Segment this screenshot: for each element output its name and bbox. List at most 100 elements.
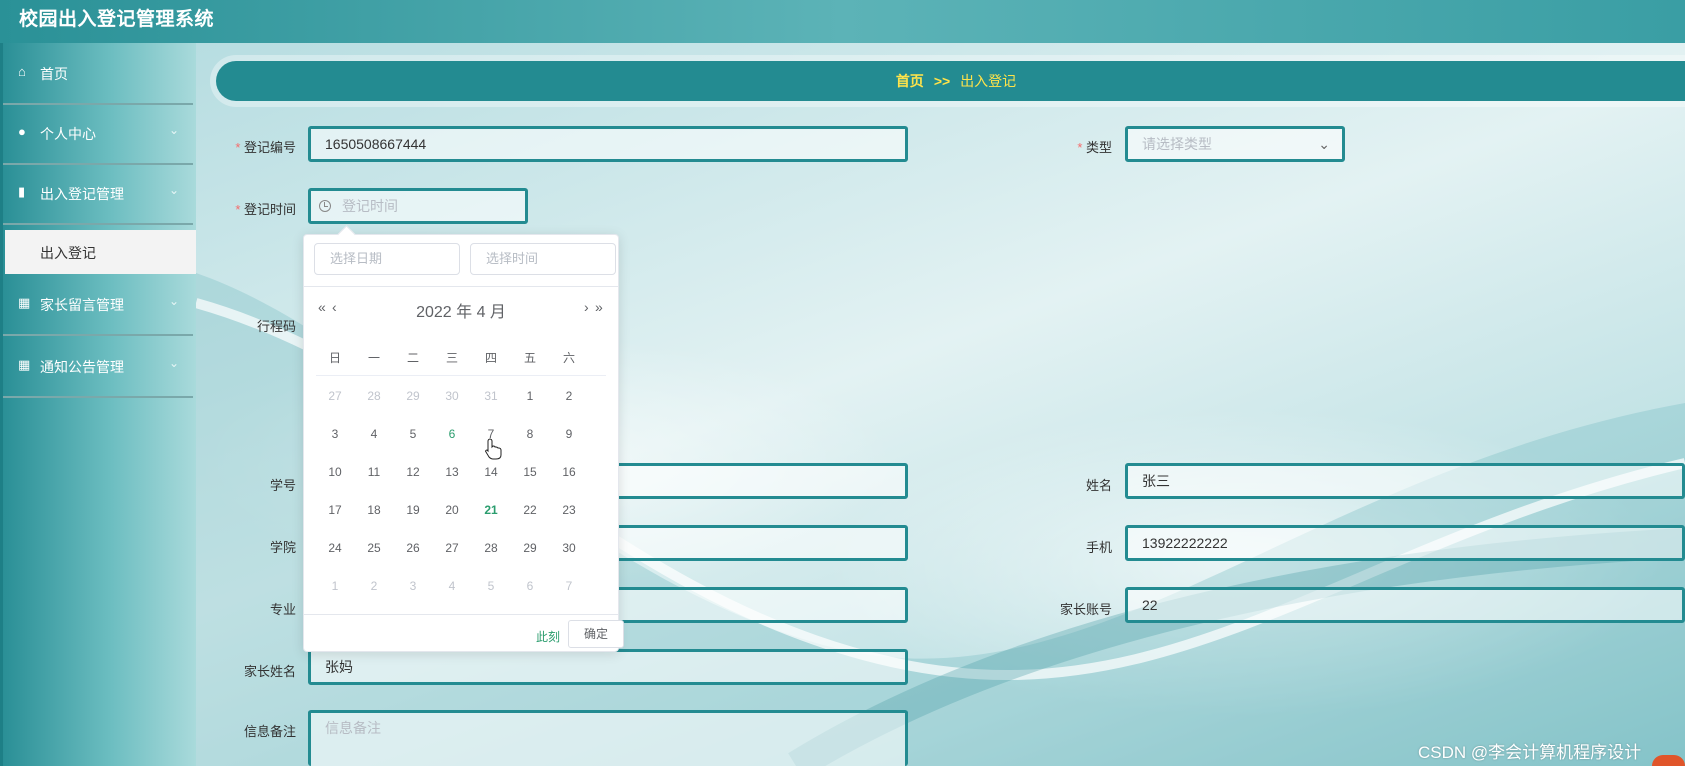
corner-decoration	[1652, 755, 1685, 766]
parent-name-field[interactable]: 张妈	[308, 649, 908, 685]
weekday-header: 日	[328, 351, 341, 365]
grid-icon: ▦	[18, 357, 31, 372]
reg-time-picker[interactable]: 登记时间	[308, 188, 528, 224]
remark-textarea[interactable]: 信息备注	[308, 710, 908, 766]
calendar-day-cell[interactable]: 27	[431, 541, 473, 555]
calendar-day-cell[interactable]: 6	[431, 427, 473, 441]
calendar-day-cell[interactable]: 21	[470, 503, 512, 517]
calendar-day-cell[interactable]: 23	[548, 503, 590, 517]
sidebar-item-home[interactable]: ⌂ 首页	[3, 43, 193, 105]
home-icon: ⌂	[18, 64, 26, 79]
grid-icon: ▦	[18, 295, 31, 310]
name-label: 姓名	[1085, 478, 1112, 493]
type-select-placeholder: 请选择类型	[1142, 136, 1212, 152]
picker-divider	[304, 286, 618, 287]
calendar-day-cell[interactable]: 2	[548, 389, 590, 403]
sidebar-item-label: 通知公告管理	[40, 359, 124, 375]
sidebar-item-label: 个人中心	[40, 126, 96, 142]
calendar-day-cell[interactable]: 17	[314, 503, 356, 517]
watermark-text: CSDN @李会计算机程序设计	[1418, 743, 1642, 762]
calendar-day-cell[interactable]: 9	[548, 427, 590, 441]
picker-date-input[interactable]: 选择日期	[314, 243, 460, 275]
sidebar-item-label: 首页	[40, 66, 68, 82]
sidebar-item-parent-messages[interactable]: ▦ 家长留言管理 ⌄	[3, 274, 193, 336]
calendar-day-cell[interactable]: 29	[392, 389, 434, 403]
reg-time-label: 登记时间	[206, 199, 296, 218]
sidebar-item-personal-center[interactable]: ● 个人中心 ⌄	[3, 103, 193, 165]
calendar-day-cell[interactable]: 28	[470, 541, 512, 555]
picker-footer-divider	[304, 614, 618, 615]
chevron-down-icon: ⌄	[169, 123, 180, 137]
calendar-day-cell[interactable]: 22	[509, 503, 551, 517]
calendar-day-cell[interactable]: 15	[509, 465, 551, 479]
date-picker-popup: 选择日期 选择时间 « ‹ 2022 年 4 月 › » 日一二三四五六 27 2…	[303, 234, 624, 652]
calendar-day-cell[interactable]: 30	[548, 541, 590, 555]
sidebar-item-entry-management[interactable]: ▮ 出入登记管理 ⌄	[3, 163, 193, 225]
calendar-day-cell[interactable]: 16	[548, 465, 590, 479]
calendar-day-cell[interactable]: 6	[509, 579, 551, 593]
weekday-header: 三	[445, 351, 458, 365]
sidebar-subitem-entry-registration[interactable]: 出入登记	[5, 230, 197, 274]
top-header-bar: 校园出入登记管理系统	[0, 0, 1685, 43]
calendar-day-cell[interactable]: 8	[509, 427, 551, 441]
reg-no-field[interactable]: 1650508667444	[308, 126, 908, 162]
remark-label: 信息备注	[243, 724, 296, 739]
calendar-day-cell[interactable]: 3	[392, 579, 434, 593]
calendar-day-cell[interactable]: 27	[314, 389, 356, 403]
breadcrumb-separator: >>	[933, 73, 951, 89]
trip-code-label: 行程码	[256, 319, 296, 334]
next-month-icon[interactable]: ›	[584, 299, 589, 315]
sidebar-item-label: 出入登记管理	[40, 186, 124, 202]
calendar-day-cell[interactable]: 28	[353, 389, 395, 403]
phone-label: 手机	[1085, 540, 1112, 555]
picker-time-input[interactable]: 选择时间	[470, 243, 616, 275]
calendar-day-cell[interactable]: 5	[392, 427, 434, 441]
calendar-day-cell[interactable]: 20	[431, 503, 473, 517]
user-icon: ●	[18, 124, 26, 139]
calendar-day-cell[interactable]: 31	[470, 389, 512, 403]
weekday-header: 六	[562, 351, 575, 365]
calendar-day-cell[interactable]: 30	[431, 389, 473, 403]
college-label: 学院	[269, 540, 296, 555]
parent-name-label: 家长姓名	[243, 664, 296, 679]
app-title: 校园出入登记管理系统	[19, 9, 215, 30]
sidebar-item-label: 家长留言管理	[40, 297, 124, 313]
calendar-day-cell[interactable]: 4	[353, 427, 395, 441]
weekday-header: 五	[523, 351, 536, 365]
calendar-day-cell[interactable]: 4	[431, 579, 473, 593]
calendar-day-cell[interactable]: 29	[509, 541, 551, 555]
weekday-header: 一	[367, 351, 380, 365]
picker-confirm-button[interactable]: 确定	[568, 620, 624, 648]
type-select[interactable]: 请选择类型 ⌄	[1125, 126, 1345, 162]
picker-now-button[interactable]: 此刻	[536, 628, 560, 645]
calendar-day-cell[interactable]: 7	[548, 579, 590, 593]
picker-month-header[interactable]: 2022 年 4 月	[304, 298, 618, 322]
calendar-day-cell[interactable]: 18	[353, 503, 395, 517]
sidebar-item-notices[interactable]: ▦ 通知公告管理 ⌄	[3, 336, 193, 398]
next-year-icon[interactable]: »	[595, 299, 603, 315]
calendar-day-cell[interactable]: 1	[314, 579, 356, 593]
calendar-day-cell[interactable]: 10	[314, 465, 356, 479]
calendar-day-cell[interactable]: 13	[431, 465, 473, 479]
major-label: 专业	[269, 602, 296, 617]
calendar-day-cell[interactable]: 11	[353, 465, 395, 479]
calendar-day-cell[interactable]: 19	[392, 503, 434, 517]
calendar-day-cell[interactable]: 26	[392, 541, 434, 555]
sidebar: ⌂ 首页 ● 个人中心 ⌄ ▮ 出入登记管理 ⌄ 出入登记 ▦ 家长留言管理 ⌄…	[0, 43, 197, 766]
name-field[interactable]: 张三	[1125, 463, 1685, 499]
clock-icon	[319, 200, 331, 212]
calendar-day-cell[interactable]: 25	[353, 541, 395, 555]
calendar-day-cell[interactable]: 2	[353, 579, 395, 593]
calendar-day-cell[interactable]: 3	[314, 427, 356, 441]
breadcrumb-home-link[interactable]: 首页	[896, 73, 924, 89]
parent-account-label: 家长账号	[1059, 602, 1112, 617]
reg-no-label: 登记编号	[206, 137, 296, 156]
calendar-day-cell[interactable]: 14	[470, 465, 512, 479]
calendar-day-cell[interactable]: 24	[314, 541, 356, 555]
calendar-day-cell[interactable]: 5	[470, 579, 512, 593]
calendar-day-cell[interactable]: 1	[509, 389, 551, 403]
phone-field[interactable]: 13922222222	[1125, 525, 1685, 561]
weekday-header: 二	[406, 351, 419, 365]
calendar-day-cell[interactable]: 12	[392, 465, 434, 479]
parent-account-field[interactable]: 22	[1125, 587, 1685, 623]
